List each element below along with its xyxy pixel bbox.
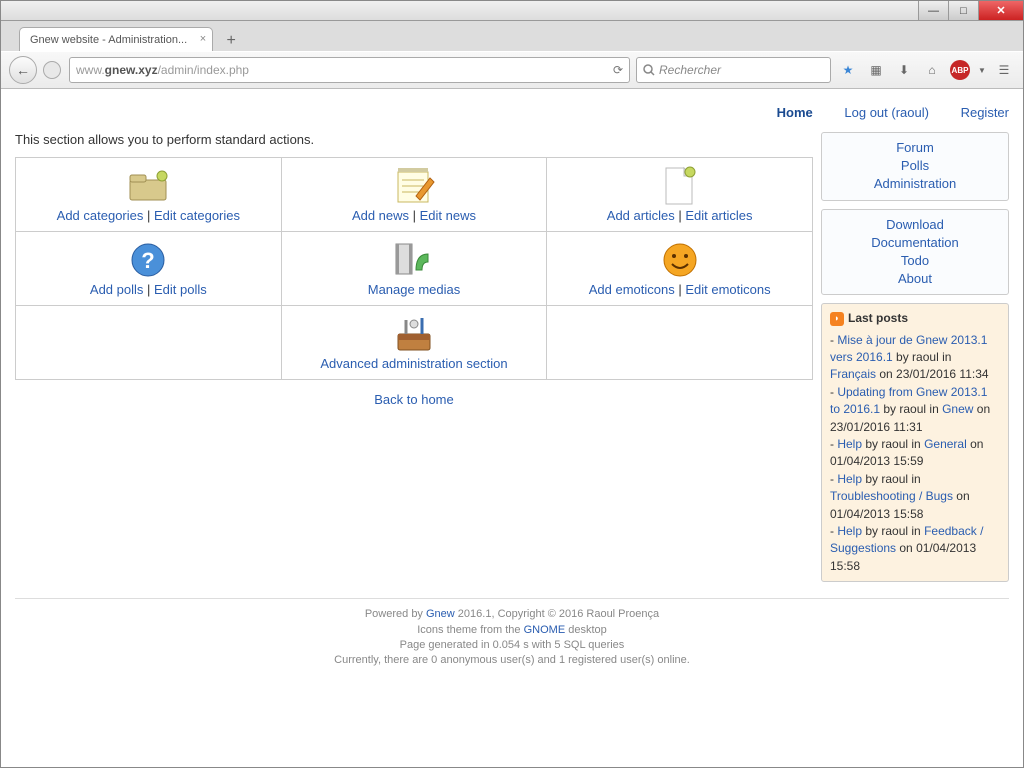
- footer-l3: Page generated in 0.054 s with 5 SQL que…: [400, 639, 625, 651]
- browser-toolbar: ← www.gnew.xyz/admin/index.php ⟳ Recherc…: [1, 51, 1023, 89]
- toolbox-icon: [286, 312, 543, 356]
- browser-tab[interactable]: Gnew website - Administration... ×: [19, 27, 213, 51]
- reload-icon[interactable]: ⟳: [613, 63, 623, 77]
- rss-title: Last posts: [848, 310, 908, 327]
- link-edit-articles[interactable]: Edit articles: [685, 208, 752, 223]
- titlebar: — □ ✕: [1, 1, 1023, 21]
- rss-item-link[interactable]: Help: [837, 524, 862, 538]
- rss-item-category[interactable]: Troubleshooting / Bugs: [830, 489, 953, 503]
- footer-link-gnew[interactable]: Gnew: [426, 608, 455, 620]
- cell-polls: ? Add polls | Edit polls: [16, 232, 282, 306]
- nav-home[interactable]: Home: [777, 105, 813, 120]
- top-nav: Home Log out (raoul) Register: [15, 99, 1009, 126]
- abp-icon[interactable]: ABP: [949, 59, 971, 81]
- cell-advanced: Advanced administration section: [281, 306, 547, 380]
- side-link-about[interactable]: About: [898, 271, 932, 286]
- smiley-icon: [551, 238, 808, 282]
- library-icon[interactable]: ▦: [865, 59, 887, 81]
- cell-articles: Add articles | Edit articles: [547, 158, 813, 232]
- link-add-emoticons[interactable]: Add emoticons: [589, 282, 675, 297]
- menu-icon[interactable]: ☰: [993, 59, 1015, 81]
- footer: Powered by Gnew 2016.1, Copyright © 2016…: [15, 598, 1009, 669]
- link-back-home[interactable]: Back to home: [374, 392, 454, 407]
- tab-strip: Gnew website - Administration... × +: [1, 21, 1023, 51]
- rss-item: - Updating from Gnew 2013.1 to 2016.1 by…: [830, 384, 1000, 436]
- window-maximize-button[interactable]: □: [948, 1, 978, 20]
- search-bar[interactable]: Rechercher: [636, 57, 831, 83]
- question-icon: ?: [20, 238, 277, 282]
- search-icon: [643, 64, 655, 76]
- rss-item: - Help by raoul in Feedback / Suggestion…: [830, 523, 1000, 575]
- abp-dropdown-icon[interactable]: ▼: [977, 59, 987, 81]
- cell-categories: Add categories | Edit categories: [16, 158, 282, 232]
- sidebox-main: Forum Polls Administration: [821, 132, 1009, 201]
- rss-item-category[interactable]: Gnew: [942, 402, 973, 416]
- link-edit-emoticons[interactable]: Edit emoticons: [685, 282, 770, 297]
- home-icon[interactable]: ⌂: [921, 59, 943, 81]
- url-pre: www.: [76, 63, 105, 77]
- link-edit-news[interactable]: Edit news: [420, 208, 476, 223]
- search-placeholder: Rechercher: [659, 63, 721, 77]
- footer-l2b: desktop: [565, 624, 607, 636]
- rss-item: - Help by raoul in General on 01/04/2013…: [830, 436, 1000, 471]
- intro-text: This section allows you to perform stand…: [15, 132, 813, 147]
- cell-medias: Manage medias: [281, 232, 547, 306]
- link-add-polls[interactable]: Add polls: [90, 282, 143, 297]
- url-host: gnew.xyz: [105, 63, 158, 77]
- cell-news: Add news | Edit news: [281, 158, 547, 232]
- rss-item: - Mise à jour de Gnew 2013.1 vers 2016.1…: [830, 332, 1000, 384]
- notepad-icon: [286, 164, 543, 208]
- rss-icon[interactable]: ◗: [830, 312, 844, 326]
- footer-link-gnome[interactable]: GNOME: [524, 624, 566, 636]
- rss-box: ◗ Last posts - Mise à jour de Gnew 2013.1…: [821, 303, 1009, 582]
- rss-item-link[interactable]: Help: [837, 437, 862, 451]
- side-link-download[interactable]: Download: [886, 217, 944, 232]
- site-identity-icon[interactable]: [43, 61, 61, 79]
- link-edit-categories[interactable]: Edit categories: [154, 208, 240, 223]
- new-tab-button[interactable]: +: [219, 31, 243, 51]
- rss-item-category[interactable]: Français: [830, 367, 876, 381]
- cell-emoticons: Add emoticons | Edit emoticons: [547, 232, 813, 306]
- footer-l2a: Icons theme from the: [417, 624, 523, 636]
- link-add-categories[interactable]: Add categories: [57, 208, 144, 223]
- rss-item: - Help by raoul in Troubleshooting / Bug…: [830, 471, 1000, 523]
- browser-window: — □ ✕ Gnew website - Administration... ×…: [0, 0, 1024, 768]
- link-manage-medias[interactable]: Manage medias: [368, 282, 461, 297]
- tab-title: Gnew website - Administration...: [30, 34, 187, 46]
- side-link-doc[interactable]: Documentation: [871, 235, 958, 250]
- tab-close-icon[interactable]: ×: [200, 33, 206, 45]
- window-close-button[interactable]: ✕: [978, 1, 1023, 20]
- link-edit-polls[interactable]: Edit polls: [154, 282, 207, 297]
- side-link-polls[interactable]: Polls: [901, 158, 929, 173]
- svg-text:?: ?: [142, 248, 155, 273]
- side-link-admin[interactable]: Administration: [874, 176, 956, 191]
- side-link-todo[interactable]: Todo: [901, 253, 929, 268]
- nav-logout[interactable]: Log out (raoul): [844, 105, 929, 120]
- downloads-icon[interactable]: ⬇: [893, 59, 915, 81]
- back-button[interactable]: ←: [9, 56, 37, 84]
- admin-grid: Add categories | Edit categories Add new…: [15, 157, 813, 380]
- url-path: /admin/index.php: [158, 63, 249, 77]
- url-bar[interactable]: www.gnew.xyz/admin/index.php ⟳: [69, 57, 630, 83]
- rss-item-category[interactable]: General: [924, 437, 967, 451]
- rss-item-link[interactable]: Help: [837, 472, 862, 486]
- footer-l1b: 2016.1, Copyright © 2016 Raoul Proença: [455, 608, 659, 620]
- bookmark-star-icon[interactable]: ★: [837, 59, 859, 81]
- page-content: Home Log out (raoul) Register This secti…: [1, 89, 1023, 768]
- folder-icon: [20, 164, 277, 208]
- side-link-forum[interactable]: Forum: [896, 140, 934, 155]
- footer-l4: Currently, there are 0 anonymous user(s)…: [334, 654, 690, 666]
- document-icon: [551, 164, 808, 208]
- link-add-news[interactable]: Add news: [352, 208, 409, 223]
- link-advanced[interactable]: Advanced administration section: [320, 356, 507, 371]
- link-add-articles[interactable]: Add articles: [607, 208, 675, 223]
- media-icon: [286, 238, 543, 282]
- nav-register[interactable]: Register: [961, 105, 1009, 120]
- window-minimize-button[interactable]: —: [918, 1, 948, 20]
- footer-l1a: Powered by: [365, 608, 426, 620]
- sidebox-info: Download Documentation Todo About: [821, 209, 1009, 296]
